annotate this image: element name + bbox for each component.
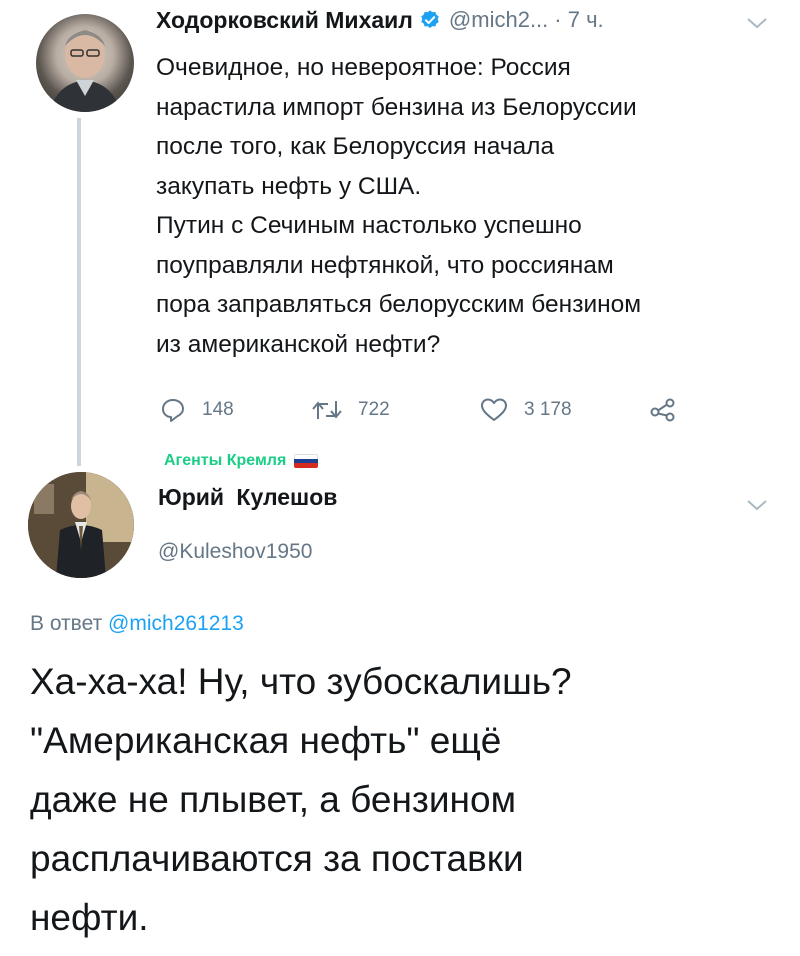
chevron-down-icon[interactable] — [746, 16, 768, 30]
thread-line — [77, 118, 81, 466]
reply-prefix: В ответ — [30, 612, 103, 635]
reply-context: В ответ @mich261213 — [30, 612, 244, 636]
like-button[interactable]: 3 178 — [480, 390, 572, 430]
author-avatar[interactable] — [36, 14, 134, 112]
share-button[interactable] — [650, 390, 692, 430]
list-tag-label: Агенты Кремля — [164, 452, 287, 469]
reply-to-handle-link[interactable]: @mich261213 — [108, 612, 244, 635]
retweet-icon — [312, 401, 342, 419]
retweet-count: 722 — [358, 399, 390, 420]
verified-badge-icon — [421, 10, 439, 28]
reply-text: Ха-ха-ха! Ну, что зубоскалишь? "Американ… — [30, 661, 572, 938]
russian-flag-icon — [294, 454, 319, 468]
author-handle[interactable]: @mich2... — [449, 7, 548, 33]
reply-icon — [162, 399, 184, 422]
tweet-header: Ходорковский Михаил @mich2... · 7 ч. — [156, 2, 604, 38]
tweet-time[interactable]: · 7 ч. — [554, 7, 603, 33]
like-count: 3 178 — [524, 399, 572, 420]
chevron-down-icon[interactable] — [746, 498, 768, 512]
avatar-portrait — [50, 30, 120, 112]
reply-author-name[interactable]: Юрий Кулешов — [158, 484, 337, 511]
reply-count: 148 — [202, 399, 234, 420]
tweet-text: Очевидное, но невероятное: Россия нараст… — [156, 54, 642, 358]
like-icon — [481, 398, 507, 421]
author-name[interactable]: Ходорковский Михаил — [156, 7, 413, 34]
reply-button[interactable]: 148 — [160, 390, 234, 430]
tweet-actions: 148 722 3 178 — [156, 390, 716, 430]
list-tag[interactable]: Агенты Кремля — [164, 448, 319, 474]
share-icon — [650, 398, 675, 422]
reply-author-handle[interactable]: @Kuleshov1950 — [158, 540, 312, 564]
reply-author-avatar[interactable] — [28, 472, 134, 578]
retweet-button[interactable]: 722 — [312, 390, 390, 430]
avatar-portrait — [28, 472, 134, 578]
